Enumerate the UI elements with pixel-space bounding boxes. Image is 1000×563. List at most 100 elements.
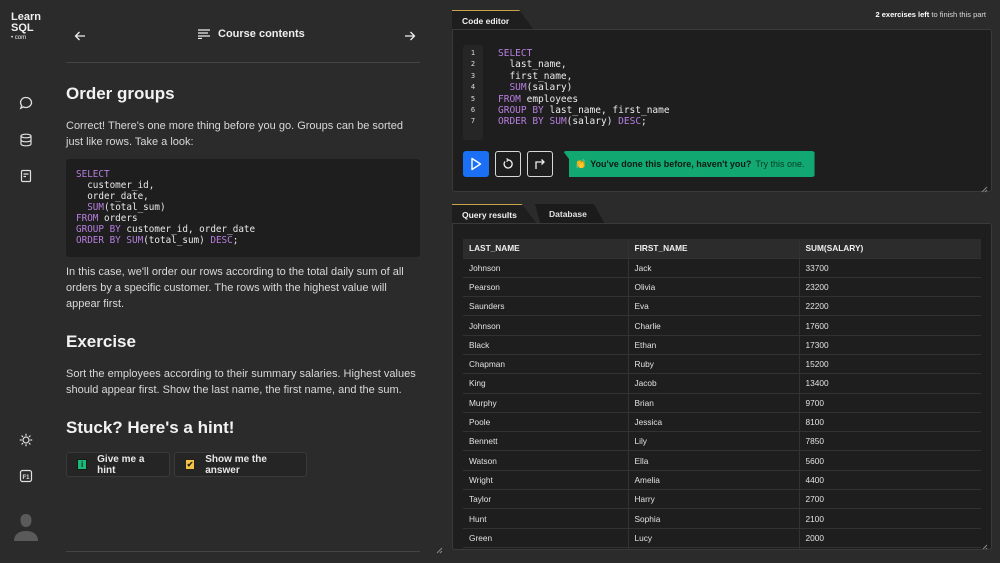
table-row: Chapman Ruby 15200 xyxy=(463,353,981,374)
table-cell: Taylor xyxy=(463,489,628,509)
table-cell xyxy=(463,546,628,549)
play-icon xyxy=(471,157,482,171)
lesson-title: Order groups xyxy=(66,84,175,103)
table-cell: 2000 xyxy=(798,527,981,548)
sql-text: (salary) xyxy=(526,82,573,94)
notes-icon[interactable] xyxy=(17,167,35,185)
table-cell: Black xyxy=(463,334,628,355)
code-line: last_name, xyxy=(498,59,670,70)
table-cell: Chapman xyxy=(463,353,628,374)
table-row: Bennett Lily 7850 xyxy=(463,431,981,451)
next-step-button[interactable] xyxy=(527,151,553,177)
code-line: ORDER BY SUM(total_sum) DESC; xyxy=(76,235,410,246)
exercises-left-text: to finish this part xyxy=(929,10,986,19)
arrow-left-icon xyxy=(74,31,85,41)
table-cell: Ruby xyxy=(627,353,799,374)
column-header: LAST_NAME xyxy=(463,239,628,258)
reset-button[interactable] xyxy=(495,151,521,177)
exercise-heading: Exercise xyxy=(66,332,136,351)
sql-keyword: GROUP BY xyxy=(76,224,121,235)
course-contents-label: Course contents xyxy=(218,28,305,40)
resize-handle-icon[interactable] xyxy=(435,541,443,554)
sql-keyword: GROUP BY xyxy=(498,105,544,117)
info-icon: i xyxy=(77,459,88,470)
code-line: FROM employees xyxy=(498,94,670,105)
hint-heading: Stuck? Here's a hint! xyxy=(66,418,235,437)
theme-icon[interactable] xyxy=(17,431,35,449)
sql-text: (salary) xyxy=(566,116,619,128)
exercises-left-count: 2 exercises left xyxy=(875,10,930,19)
results-table: LAST_NAME FIRST_NAME SUM(SALARY) Johnson… xyxy=(463,239,981,549)
sql-keyword: ORDER BY xyxy=(76,235,121,246)
give-hint-button[interactable]: i Give me a hint xyxy=(66,452,170,477)
tab-label: Query results xyxy=(462,209,517,220)
sql-keyword: FROM xyxy=(76,213,99,224)
sql-text: customer_id, order_date xyxy=(120,224,256,235)
table-row: Pearson Olivia 23200 xyxy=(463,276,981,297)
course-contents-button[interactable]: Course contents xyxy=(198,28,305,40)
sql-keyword: SELECT xyxy=(498,48,533,59)
f1-label: F1 xyxy=(22,475,30,481)
arrow-right-icon xyxy=(405,31,416,41)
tab-query-results[interactable]: Query results xyxy=(452,204,537,224)
lesson-panel: Course contents Order groups Correct! Th… xyxy=(52,0,447,563)
table-cell: Hunt xyxy=(463,508,628,529)
table-cell: Olivia xyxy=(627,276,799,297)
code-line: GROUP BY customer_id, order_date xyxy=(76,224,410,235)
show-answer-button[interactable]: ✔ Show me the answer xyxy=(174,452,307,477)
table-cell: Lucy xyxy=(627,527,799,548)
sql-keyword: SUM xyxy=(509,82,527,94)
code-line: SELECT xyxy=(498,48,670,59)
exercise-instructions: Sort the employees according to their su… xyxy=(66,368,416,396)
reset-icon xyxy=(503,158,513,169)
show-answer-label: Show me the answer xyxy=(205,453,267,476)
check-icon: ✔ xyxy=(185,459,196,470)
table-row: Black Ethan 17300 xyxy=(463,334,981,355)
table-cell: Jacob xyxy=(627,373,799,394)
next-lesson-button[interactable] xyxy=(400,26,420,46)
run-button[interactable] xyxy=(463,151,489,177)
table-cell: Ella xyxy=(627,450,799,471)
sql-keyword: SUM xyxy=(126,235,144,246)
table-row: Johnson Jack 33700 xyxy=(463,257,981,278)
sql-keyword: FROM xyxy=(498,93,521,105)
sql-text: (total_sum) xyxy=(143,235,211,246)
line-number: 7 xyxy=(470,117,476,126)
database-icon[interactable] xyxy=(17,131,35,149)
query-results-panel: LAST_NAME FIRST_NAME SUM(SALARY) Johnson… xyxy=(452,223,992,550)
sql-editor-input[interactable]: SELECT last_name, first_name, SUM(salary… xyxy=(498,48,670,128)
line-number: 1 xyxy=(470,49,476,57)
tab-database[interactable]: Database xyxy=(535,204,605,224)
logo[interactable]: Learn SQL • com xyxy=(11,12,41,42)
user-avatar[interactable] xyxy=(13,512,39,542)
resize-handle-icon[interactable] xyxy=(980,180,988,193)
try-this-one-link[interactable]: Try this one. xyxy=(755,159,804,169)
sql-text: ; xyxy=(641,116,647,128)
code-line: ORDER BY SUM(salary) DESC; xyxy=(498,116,670,127)
code-editor[interactable]: 1 2 3 4 5 6 7 SELECT last_name, first_name, SU… xyxy=(452,29,992,193)
code-line: GROUP BY last_name, first_name xyxy=(498,105,670,116)
table-cell: 15200 xyxy=(798,353,981,374)
f1-help-icon[interactable]: F1 xyxy=(17,467,35,485)
table-row: Taylor Harry 2700 xyxy=(463,489,981,509)
give-hint-label: Give me a hint xyxy=(97,453,145,476)
code-line: order_date, xyxy=(76,191,410,202)
code-example: SELECT customer_id, order_date, SUM(tota… xyxy=(66,159,420,257)
sql-text: orders xyxy=(98,213,138,224)
table-cell: Pearson xyxy=(463,276,628,297)
chat-icon[interactable] xyxy=(17,94,35,112)
tab-code-editor[interactable]: Code editor xyxy=(452,10,534,30)
table-cell: 17600 xyxy=(798,315,981,336)
code-line: SUM(salary) xyxy=(498,82,670,93)
sql-text: order_date, xyxy=(76,191,149,202)
resize-handle-icon[interactable] xyxy=(980,538,988,549)
sql-keyword: DESC xyxy=(618,116,642,128)
table-cell: 2700 xyxy=(798,489,981,509)
sql-keyword: ORDER BY xyxy=(498,116,544,128)
code-line: SELECT xyxy=(76,169,410,180)
previous-lesson-button[interactable] xyxy=(70,26,90,46)
table-cell: Green xyxy=(463,527,628,548)
clap-icon: 👏 xyxy=(575,158,587,169)
